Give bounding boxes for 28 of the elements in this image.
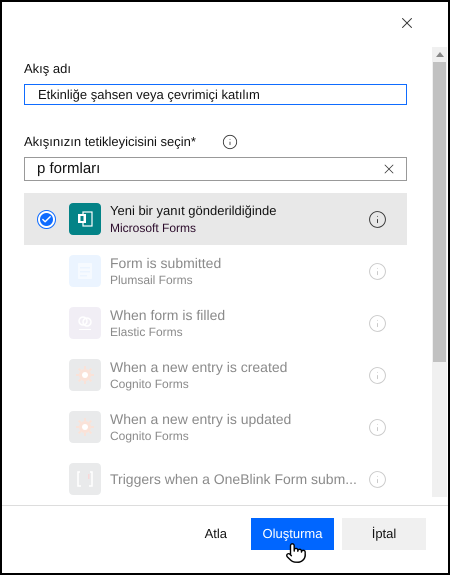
- search-input[interactable]: p formları: [37, 158, 381, 180]
- forms-logo-icon: [69, 203, 101, 235]
- info-icon[interactable]: [222, 134, 238, 150]
- trigger-title: Yeni bir yanıt gönderildiğinde: [110, 202, 278, 220]
- field-label: Akışınızın tetikleyicisini seçin*: [24, 133, 196, 151]
- connector-name: Cognito Forms: [110, 376, 190, 392]
- connector-name: Elastic Forms: [110, 324, 184, 340]
- cancel-button[interactable]: İptal: [342, 518, 426, 550]
- trigger-title: When a new entry is created: [110, 358, 288, 376]
- trigger-title: When form is filled: [110, 306, 226, 324]
- info-icon[interactable]: [368, 210, 387, 228]
- flow-name-field[interactable]: Etkinliğe şahsen veya çevrimiçi katılım: [24, 84, 407, 105]
- trigger-title: When a new entry is updated: [110, 410, 292, 428]
- connector-name: Plumsail Forms: [110, 272, 194, 288]
- flow-name-input[interactable]: Etkinliğe şahsen veya çevrimiçi katılım: [38, 84, 393, 104]
- hand-cursor-icon: [285, 542, 307, 564]
- connector-name: Cognito Forms: [110, 428, 190, 444]
- connector-name: Microsoft Forms: [110, 220, 198, 236]
- sun-logo-icon: [69, 411, 101, 443]
- frame-logo-icon: [69, 463, 101, 495]
- scroll-up-icon[interactable]: [436, 52, 444, 57]
- trigger-title: Form is submitted: [110, 254, 222, 272]
- sun-logo-icon: [69, 359, 101, 391]
- trigger-title: Triggers when a OneBlink Form subm...: [110, 470, 358, 488]
- search-field[interactable]: p formları: [24, 156, 407, 181]
- field-label: Akış adı: [24, 60, 72, 78]
- create-button[interactable]: Oluşturma: [251, 518, 334, 550]
- trigger-option[interactable]: Yeni bir yanıt gönderildiğinde Microsoft Forms: [24, 193, 407, 245]
